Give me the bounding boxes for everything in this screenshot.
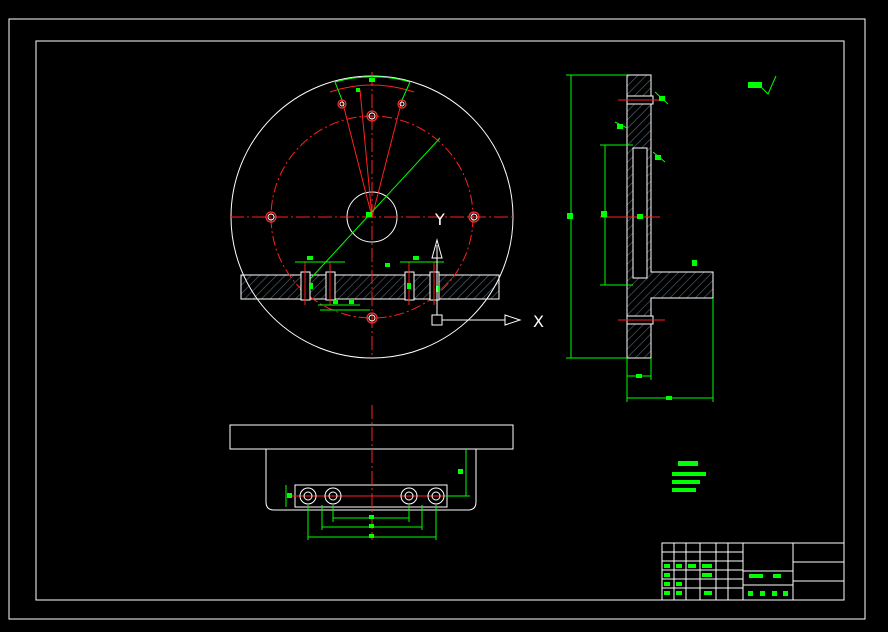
bottom-dimensions xyxy=(285,449,470,540)
side-bore xyxy=(632,147,648,279)
roughness-note xyxy=(748,82,762,88)
sheet-outer-border xyxy=(8,18,866,620)
ucs-origin-box xyxy=(431,314,443,326)
ucs-x-arrow xyxy=(504,314,522,326)
notes-heading xyxy=(678,461,698,466)
notes-line-1 xyxy=(672,472,706,476)
bottom-body-outline xyxy=(265,449,477,511)
title-block-text xyxy=(664,564,788,596)
notes-line-2 xyxy=(672,480,700,484)
roughness-symbol xyxy=(761,75,777,95)
diameter-dim-text xyxy=(366,212,372,217)
ucs-y-label: Y xyxy=(434,210,445,229)
front-view: Y X xyxy=(230,72,544,359)
side-section-view xyxy=(566,74,777,402)
arc-dim-ext-2 xyxy=(401,81,411,101)
bottom-view xyxy=(229,405,514,540)
cad-drawing: Y X xyxy=(8,18,866,620)
arc-dim-text xyxy=(369,78,375,82)
arc-dim-ext-1 xyxy=(334,81,343,101)
base-plate-hatch xyxy=(240,274,500,300)
arc-dim-text-2 xyxy=(356,88,360,92)
notes-line-3 xyxy=(672,488,696,492)
sheet-inner-border xyxy=(35,40,845,601)
radial-line-3 xyxy=(359,89,373,218)
ucs-x-label: X xyxy=(533,312,544,331)
technical-notes xyxy=(672,461,706,492)
